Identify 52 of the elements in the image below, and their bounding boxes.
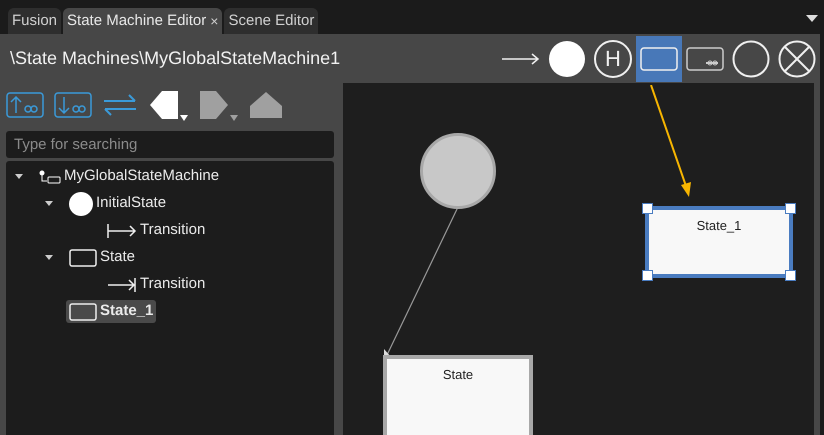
resize-handle[interactable] [642, 203, 653, 214]
tree-item-label: State_1 [100, 301, 154, 322]
dropdown-caret-icon[interactable] [806, 15, 818, 22]
resize-handle[interactable] [785, 270, 796, 281]
tab[interactable]: Scene Editor [224, 8, 318, 34]
tree-item[interactable]: Transition [104, 273, 208, 296]
resize-handle[interactable] [785, 203, 796, 214]
circle-icon [732, 40, 770, 78]
tree-item[interactable]: Transition [104, 219, 208, 242]
dropdown-caret-icon[interactable] [180, 115, 188, 121]
circle-x-icon [778, 40, 816, 78]
state-tool-button[interactable] [636, 36, 682, 82]
rectangle-icon [640, 46, 678, 70]
state-machine-icon [39, 170, 61, 184]
search-field[interactable]: Type for searching [6, 131, 334, 158]
resize-handle[interactable] [642, 270, 653, 281]
tree-item[interactable]: InitialState [66, 192, 170, 215]
rectangle-icon [69, 302, 97, 320]
state-node[interactable]: State_1 [645, 206, 793, 278]
filled-circle-icon [548, 40, 586, 78]
tree-item[interactable]: State_1 [66, 300, 156, 323]
rectangle-link-icon [686, 46, 724, 70]
tab-label: Scene Editor [228, 10, 314, 31]
tree-item-label: Transition [140, 274, 206, 294]
state-node[interactable]: State [383, 355, 533, 435]
tree-item-label: State [100, 247, 136, 268]
tab-label: State Machine Editor [67, 10, 206, 31]
expanded-caret-icon[interactable] [44, 254, 54, 262]
state-label: State [442, 366, 474, 384]
expanded-caret-icon[interactable] [14, 172, 24, 180]
tree-item-label: Transition [140, 220, 206, 240]
rectangle-icon [69, 248, 97, 266]
tree-item-label: MyGlobalStateMachine [64, 166, 220, 186]
tab-label: Fusion [12, 10, 58, 31]
move-down-icon[interactable] [54, 92, 92, 118]
tree-item[interactable]: State [66, 246, 138, 269]
arrow-icon [502, 52, 540, 64]
left-arrow-icon[interactable] [148, 89, 180, 121]
breadcrumb-path: \State Machines\MyGlobalStateMachine1 [10, 47, 342, 70]
tree-item[interactable]: MyGlobalStateMachine [36, 165, 222, 188]
arrow-to-bar-icon [107, 276, 137, 292]
tab[interactable]: State Machine Editor × [63, 8, 222, 34]
expanded-caret-icon[interactable] [44, 200, 54, 208]
move-up-icon[interactable] [6, 92, 44, 118]
state-label: State_1 [696, 217, 742, 235]
tab[interactable]: Fusion [8, 8, 62, 34]
filled-circle-icon [69, 192, 93, 216]
swap-arrows-icon[interactable] [102, 93, 138, 117]
arrow-from-bar-icon [107, 222, 137, 238]
history-glyph: H [605, 48, 621, 70]
tree-item-label: InitialState [96, 193, 166, 214]
close-tab-button[interactable]: × [210, 10, 218, 32]
